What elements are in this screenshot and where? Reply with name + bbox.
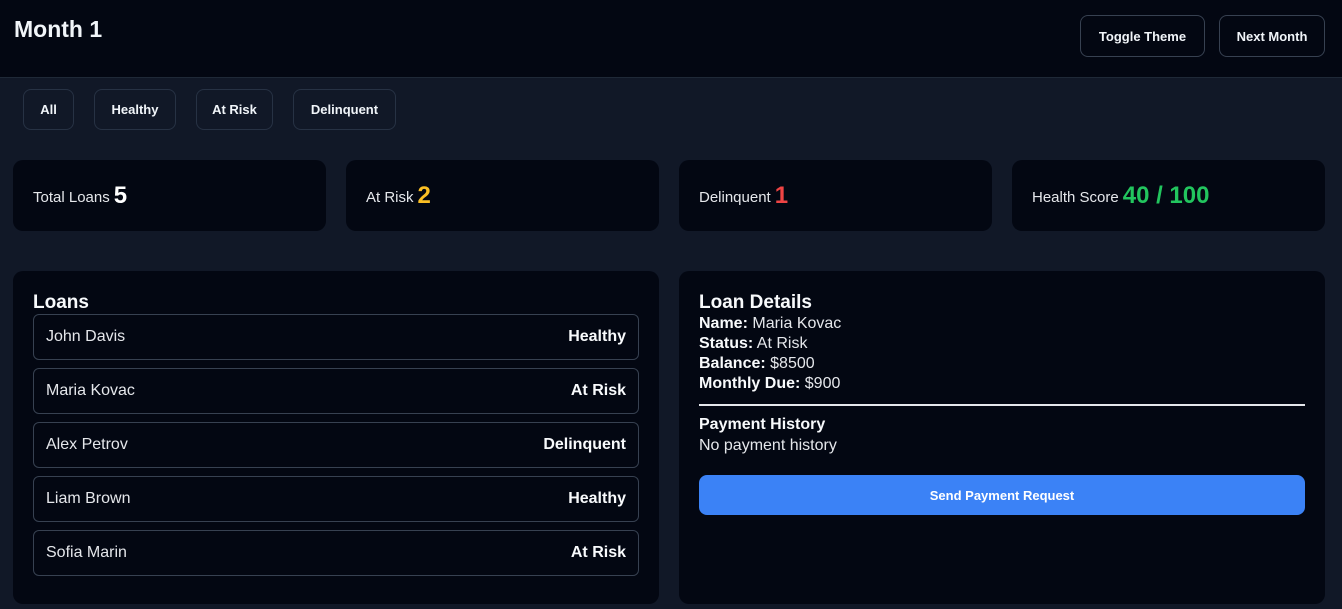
loan-row[interactable]: Liam Brown Healthy (33, 476, 639, 522)
loans-title: Loans (33, 292, 89, 313)
stat-value: 40 / 100 (1122, 181, 1210, 209)
detail-monthly-due-value: $900 (804, 375, 841, 392)
loan-name: Maria Kovac (46, 382, 135, 399)
detail-balance-value: $8500 (770, 355, 815, 372)
filter-at-risk-button[interactable]: At Risk (196, 89, 273, 130)
stat-label: Total Loans (33, 189, 110, 206)
loan-row[interactable]: Maria Kovac At Risk (33, 368, 639, 414)
payment-history-title: Payment History (699, 416, 826, 433)
stat-card-at-risk: At Risk 2 (346, 160, 659, 231)
detail-name: Name: Maria Kovac (699, 314, 1305, 334)
loan-name: Alex Petrov (46, 436, 128, 453)
loan-row[interactable]: John Davis Healthy (33, 314, 639, 360)
page-title: Month 1 (14, 16, 103, 42)
loan-list: John Davis Healthy Maria Kovac At Risk A… (33, 314, 639, 584)
loan-row[interactable]: Alex Petrov Delinquent (33, 422, 639, 468)
detail-monthly-due: Monthly Due: $900 (699, 374, 1305, 394)
send-payment-request-button[interactable]: Send Payment Request (699, 475, 1305, 515)
detail-status-label: Status: (699, 335, 754, 352)
next-month-button[interactable]: Next Month (1219, 15, 1325, 57)
stat-card-health-score: Health Score 40 / 100 (1012, 160, 1325, 231)
detail-status: Status: At Risk (699, 334, 1305, 354)
detail-name-label: Name: (699, 315, 748, 332)
loan-row[interactable]: Sofia Marin At Risk (33, 530, 639, 576)
stat-value: 1 (774, 181, 789, 209)
loan-details-fields: Name: Maria Kovac Status: At Risk Balanc… (699, 314, 1305, 394)
detail-name-value: Maria Kovac (752, 315, 842, 332)
divider (699, 404, 1305, 406)
stat-value: 5 (113, 181, 128, 209)
filter-healthy-button[interactable]: Healthy (94, 89, 176, 130)
filter-all-button[interactable]: All (23, 89, 74, 130)
stat-card-total-loans: Total Loans 5 (13, 160, 326, 231)
payment-history-empty: No payment history (699, 437, 837, 454)
loan-details-panel: Loan Details Name: Maria Kovac Status: A… (679, 271, 1325, 604)
stat-label: Delinquent (699, 189, 771, 206)
loan-name: John Davis (46, 328, 126, 345)
detail-status-value: At Risk (756, 335, 808, 352)
detail-balance: Balance: $8500 (699, 354, 1305, 374)
loan-status: Healthy (568, 328, 626, 345)
loan-name: Liam Brown (46, 490, 131, 507)
loan-status: Delinquent (543, 436, 626, 453)
stat-value: 2 (417, 181, 431, 209)
stat-label: Health Score (1032, 189, 1119, 206)
loan-name: Sofia Marin (46, 544, 127, 561)
top-bar: Month 1 Toggle Theme Next Month (0, 0, 1342, 78)
detail-monthly-due-label: Monthly Due: (699, 375, 801, 392)
loan-status: At Risk (570, 382, 626, 399)
loan-status: At Risk (570, 544, 626, 561)
loans-panel: Loans John Davis Healthy Maria Kovac At … (13, 271, 659, 604)
stat-card-delinquent: Delinquent 1 (679, 160, 992, 231)
loan-status: Healthy (568, 490, 626, 507)
detail-balance-label: Balance: (699, 355, 766, 372)
filter-delinquent-button[interactable]: Delinquent (293, 89, 396, 130)
loan-details-title: Loan Details (699, 292, 812, 313)
stat-label: At Risk (366, 189, 414, 206)
toggle-theme-button[interactable]: Toggle Theme (1080, 15, 1205, 57)
